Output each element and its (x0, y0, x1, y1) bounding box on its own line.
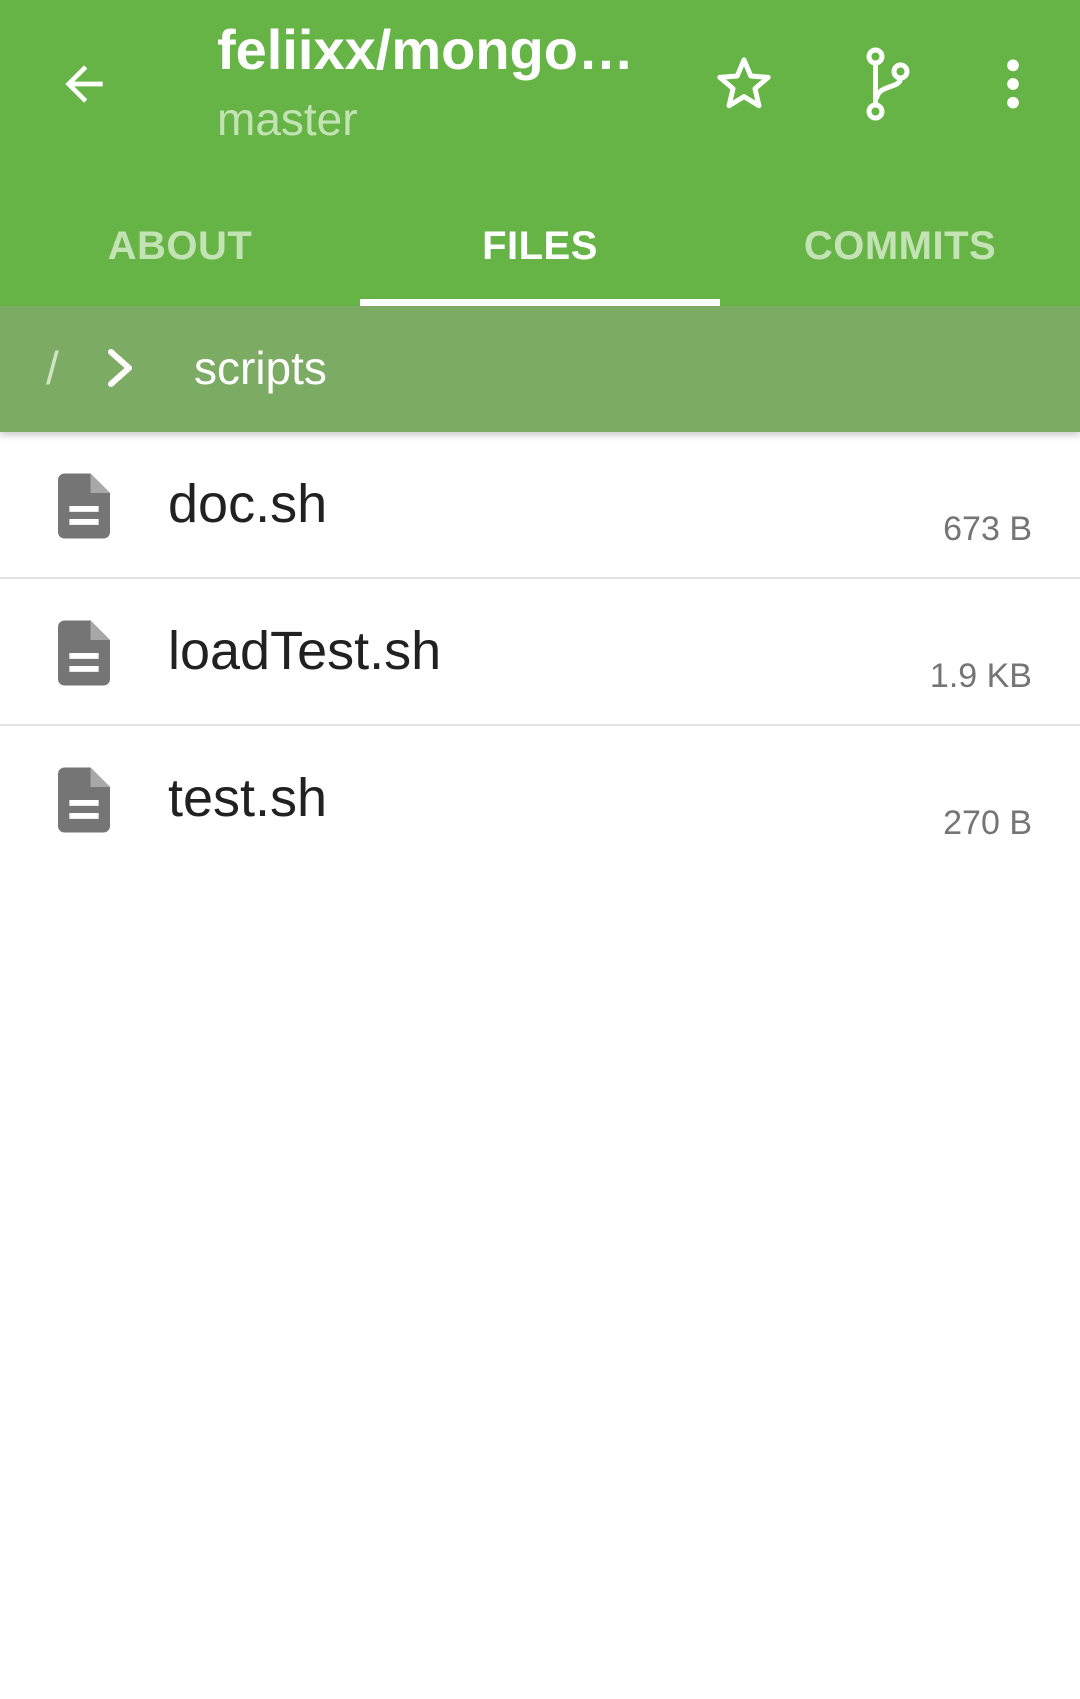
title-block: feliixx/mongo… master (217, 14, 647, 148)
file-size: 1.9 KB (929, 657, 1032, 695)
file-name: doc.sh (168, 474, 328, 534)
file-size: 270 B (943, 804, 1032, 842)
back-button[interactable] (34, 34, 134, 134)
git-branch-icon (866, 47, 910, 121)
file-document-icon (58, 473, 110, 539)
tab-about-label: ABOUT (107, 223, 253, 268)
toolbar: feliixx/mongo… master ABOUT FILES COMMIT… (0, 0, 1080, 306)
tab-bar: ABOUT FILES COMMITS (0, 186, 1080, 306)
tab-about[interactable]: ABOUT (0, 186, 360, 306)
more-vert-icon (1007, 59, 1019, 109)
tab-files[interactable]: FILES (360, 186, 720, 306)
file-list: doc.sh 673 B loadTest.sh 1.9 KB test.sh … (0, 432, 1080, 871)
file-row[interactable]: test.sh 270 B (0, 726, 1080, 871)
file-row[interactable]: loadTest.sh 1.9 KB (0, 579, 1080, 726)
breadcrumb-root[interactable]: / (46, 340, 59, 396)
file-document-icon (58, 767, 110, 833)
star-button[interactable] (694, 34, 794, 134)
branch-subtitle: master (217, 93, 358, 145)
breadcrumb: / scripts (0, 306, 1080, 432)
chevron-right-icon (108, 349, 132, 387)
tab-files-label: FILES (482, 223, 598, 268)
file-size: 673 B (943, 510, 1032, 548)
file-name: loadTest.sh (168, 621, 442, 681)
file-row[interactable]: doc.sh 673 B (0, 432, 1080, 579)
more-options-button[interactable] (963, 34, 1063, 134)
branch-button[interactable] (838, 34, 938, 134)
tab-commits-label: COMMITS (803, 223, 997, 268)
repo-title: feliixx/mongo… (217, 18, 634, 81)
active-tab-indicator (360, 299, 720, 306)
app-root: feliixx/mongo… master ABOUT FILES COMMIT… (0, 0, 1080, 1699)
file-name: test.sh (168, 768, 328, 828)
arrow-back-icon (65, 65, 103, 103)
tab-commits[interactable]: COMMITS (720, 186, 1080, 306)
star-outline-icon (717, 57, 771, 109)
breadcrumb-current[interactable]: scripts (194, 340, 327, 396)
file-document-icon (58, 620, 110, 686)
